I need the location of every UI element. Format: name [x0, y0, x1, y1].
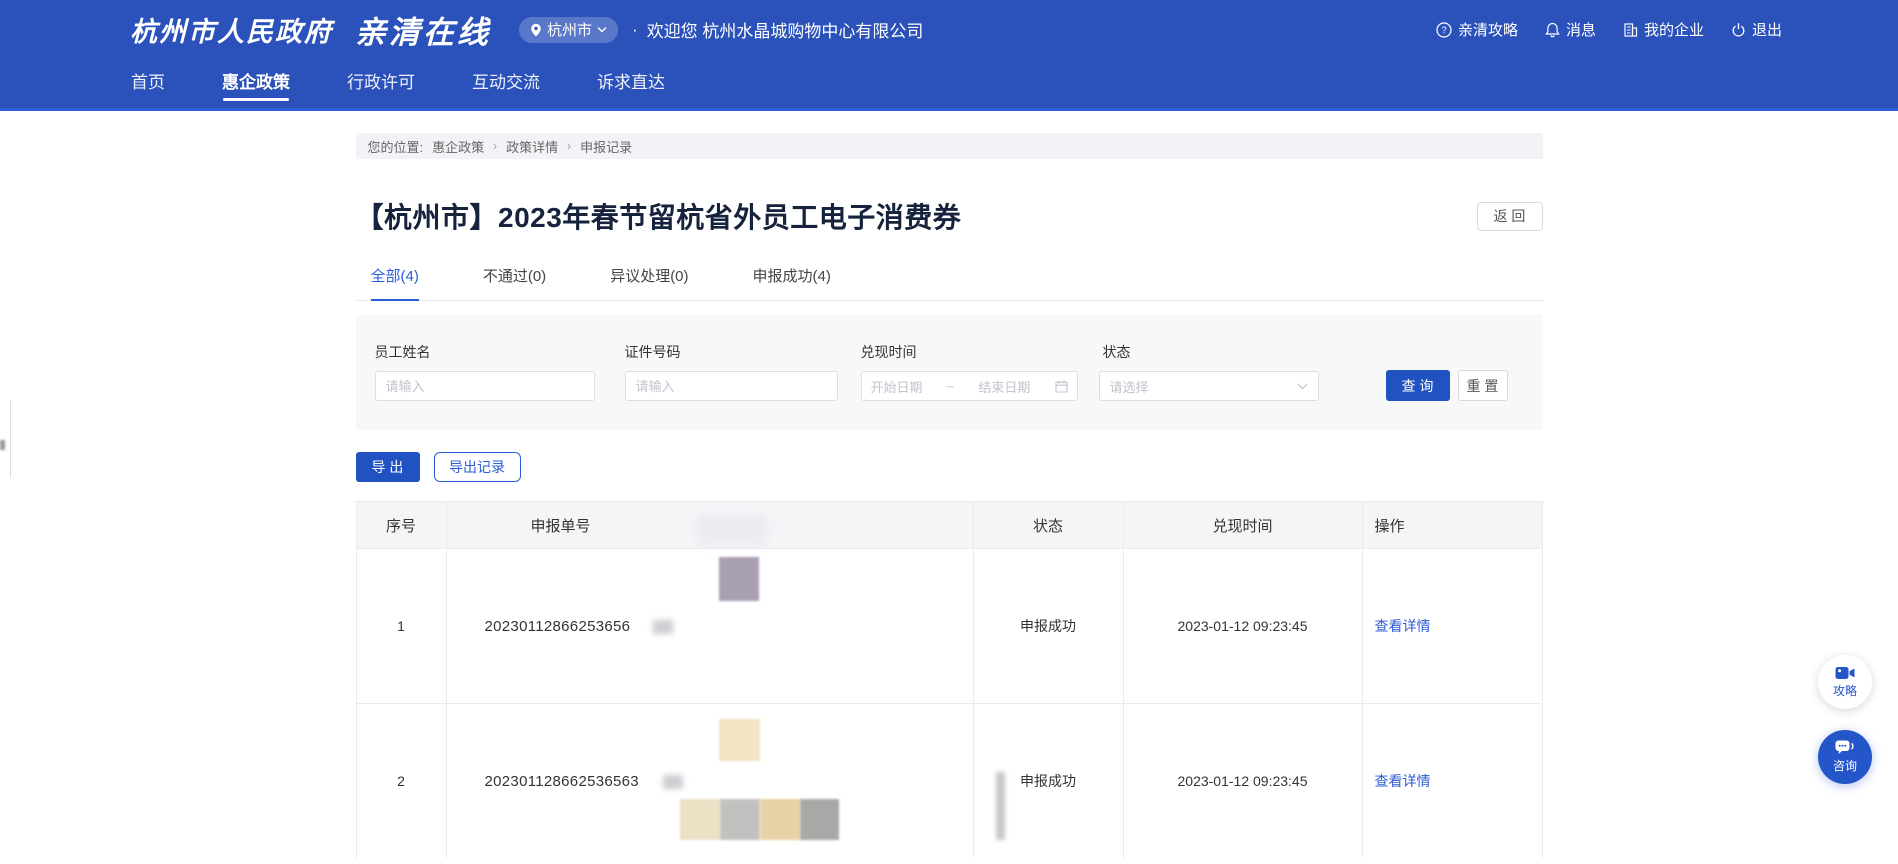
welcome-dot: · [632, 20, 638, 40]
nav-item-interaction[interactable]: 互动交流 [472, 53, 540, 108]
col-header-declare-no: 申报单号 [446, 502, 973, 548]
messages-link-label: 消息 [1566, 19, 1596, 40]
location-label: 杭州市 [547, 19, 592, 40]
col-header-seq: 序号 [357, 502, 446, 548]
table-header-row: 序号 申报单号 状态 兑现时间 操作 [357, 502, 1542, 548]
export-button[interactable]: 导 出 [356, 452, 420, 482]
search-button[interactable]: 查 询 [1386, 370, 1450, 401]
end-date-placeholder: 结束日期 [978, 377, 1030, 396]
redaction-blur-block [10, 400, 11, 478]
nav-item-appeal[interactable]: 诉求直达 [597, 53, 665, 108]
enterprise-icon [1623, 22, 1638, 38]
cell-redeem-time: 2023-01-12 09:23:45 [1123, 704, 1362, 858]
reset-button[interactable]: 重 置 [1458, 370, 1508, 401]
gov-logo-text: 杭州市人民政府 [130, 10, 333, 49]
col-header-status: 状态 [973, 502, 1123, 548]
logout-link[interactable]: 退出 [1731, 19, 1782, 40]
tab-success[interactable]: 申报成功(4) [753, 265, 831, 301]
question-circle-icon: ? [1436, 22, 1452, 38]
welcome-message: · 欢迎您 杭州水晶城购物中心有限公司 [632, 17, 923, 42]
declaration-table: 序号 申报单号 状态 兑现时间 操作 1 20230112866253656 申… [356, 501, 1543, 858]
cell-status: 申报成功 [973, 549, 1123, 703]
table-row: 2 202301128662536563 申报成功 2023-01-12 09:… [357, 703, 1542, 858]
id-number-label: 证件号码 [625, 342, 681, 362]
cell-declare-no: 202301128662536563 [446, 704, 973, 858]
back-button[interactable]: 返 回 [1477, 202, 1543, 231]
cell-seq: 2 [357, 704, 446, 858]
view-detail-link[interactable]: 查看详情 [1375, 771, 1431, 791]
logout-link-label: 退出 [1752, 19, 1782, 40]
location-selector[interactable]: 杭州市 [519, 17, 618, 43]
power-icon [1731, 22, 1746, 38]
my-enterprise-link-label: 我的企业 [1644, 19, 1704, 40]
calendar-icon [1055, 380, 1068, 393]
redeem-time-label: 兑现时间 [861, 342, 917, 362]
floating-guide-button[interactable]: 攻略 [1818, 655, 1872, 709]
messages-link[interactable]: 消息 [1545, 19, 1596, 40]
chevron-down-icon [1297, 383, 1308, 390]
main-nav: 首页 惠企政策 行政许可 互动交流 诉求直达 [0, 53, 1898, 108]
status-select-placeholder: 请选择 [1110, 377, 1149, 396]
chevron-down-icon [597, 26, 607, 33]
cell-redeem-time: 2023-01-12 09:23:45 [1123, 549, 1362, 703]
header-top: 杭州市人民政府 亲清在线 杭州市 · 欢迎您 杭州水晶城购物中心有限公司 ? 亲… [0, 0, 1898, 53]
my-enterprise-link[interactable]: 我的企业 [1623, 19, 1704, 40]
breadcrumb-item-policy[interactable]: 惠企政策 [432, 137, 484, 156]
chat-consult-icon [1835, 740, 1855, 755]
col-header-redeem-time: 兑现时间 [1123, 502, 1362, 548]
redaction-blur-block [0, 440, 5, 450]
tab-all[interactable]: 全部(4) [371, 265, 419, 301]
breadcrumb-item-detail[interactable]: 政策详情 [506, 137, 558, 156]
nav-item-enterprise-policy[interactable]: 惠企政策 [222, 53, 290, 108]
export-toolbar: 导 出 导出记录 [356, 452, 1543, 482]
start-date-placeholder: 开始日期 [871, 377, 923, 396]
status-select[interactable]: 请选择 [1099, 371, 1319, 401]
location-pin-icon [530, 23, 542, 37]
nav-item-home[interactable]: 首页 [131, 53, 165, 108]
site-header: 杭州市人民政府 亲清在线 杭州市 · 欢迎您 杭州水晶城购物中心有限公司 ? 亲… [0, 0, 1898, 111]
status-label: 状态 [1103, 342, 1131, 362]
filter-panel: 员工姓名 证件号码 兑现时间 开始日期 ~ 结束日期 状态 请选择 查 询 重 … [356, 315, 1543, 430]
view-detail-link[interactable]: 查看详情 [1375, 616, 1431, 636]
floating-guide-label: 攻略 [1833, 682, 1857, 699]
main-content: 您的位置: 惠企政策 › 政策详情 › 申报记录 【杭州市】2023年春节留杭省… [356, 133, 1543, 858]
bell-icon [1545, 22, 1560, 38]
header-quick-links: ? 亲清攻略 消息 我的企业 退出 [1436, 19, 1782, 40]
col-header-action: 操作 [1362, 502, 1544, 548]
status-tabs: 全部(4) 不通过(0) 异议处理(0) 申报成功(4) [356, 265, 1543, 301]
tab-dispute[interactable]: 异议处理(0) [610, 265, 688, 301]
employee-name-input[interactable] [375, 371, 595, 401]
id-number-input[interactable] [625, 371, 838, 401]
nav-item-admin-permit[interactable]: 行政许可 [347, 53, 415, 108]
guide-link-label: 亲清攻略 [1458, 19, 1518, 40]
export-records-button[interactable]: 导出记录 [434, 452, 521, 482]
floating-consult-button[interactable]: 咨询 [1818, 730, 1872, 784]
page-title: 【杭州市】2023年春节留杭省外员工电子消费券 [356, 196, 962, 236]
video-guide-icon [1835, 666, 1855, 680]
brand-logo-text: 亲清在线 [355, 7, 491, 52]
breadcrumb: 您的位置: 惠企政策 › 政策详情 › 申报记录 [356, 133, 1543, 159]
title-row: 【杭州市】2023年春节留杭省外员工电子消费券 返 回 [356, 196, 1543, 236]
breadcrumb-separator: › [567, 139, 571, 153]
breadcrumb-prefix: 您的位置: [368, 137, 424, 156]
guide-link[interactable]: ? 亲清攻略 [1436, 19, 1518, 40]
cell-seq: 1 [357, 549, 446, 703]
svg-text:?: ? [1441, 25, 1446, 36]
table-row: 1 20230112866253656 申报成功 2023-01-12 09:2… [357, 548, 1542, 703]
redeem-time-range-picker[interactable]: 开始日期 ~ 结束日期 [861, 371, 1078, 401]
welcome-text: 欢迎您 杭州水晶城购物中心有限公司 [647, 17, 924, 42]
cell-status: 申报成功 [973, 704, 1123, 858]
tab-rejected[interactable]: 不通过(0) [483, 265, 546, 301]
date-range-separator: ~ [947, 379, 955, 394]
cell-declare-no: 20230112866253656 [446, 549, 973, 703]
breadcrumb-item-records[interactable]: 申报记录 [580, 137, 632, 156]
floating-consult-label: 咨询 [1833, 757, 1857, 774]
breadcrumb-separator: › [493, 139, 497, 153]
employee-name-label: 员工姓名 [375, 342, 431, 362]
